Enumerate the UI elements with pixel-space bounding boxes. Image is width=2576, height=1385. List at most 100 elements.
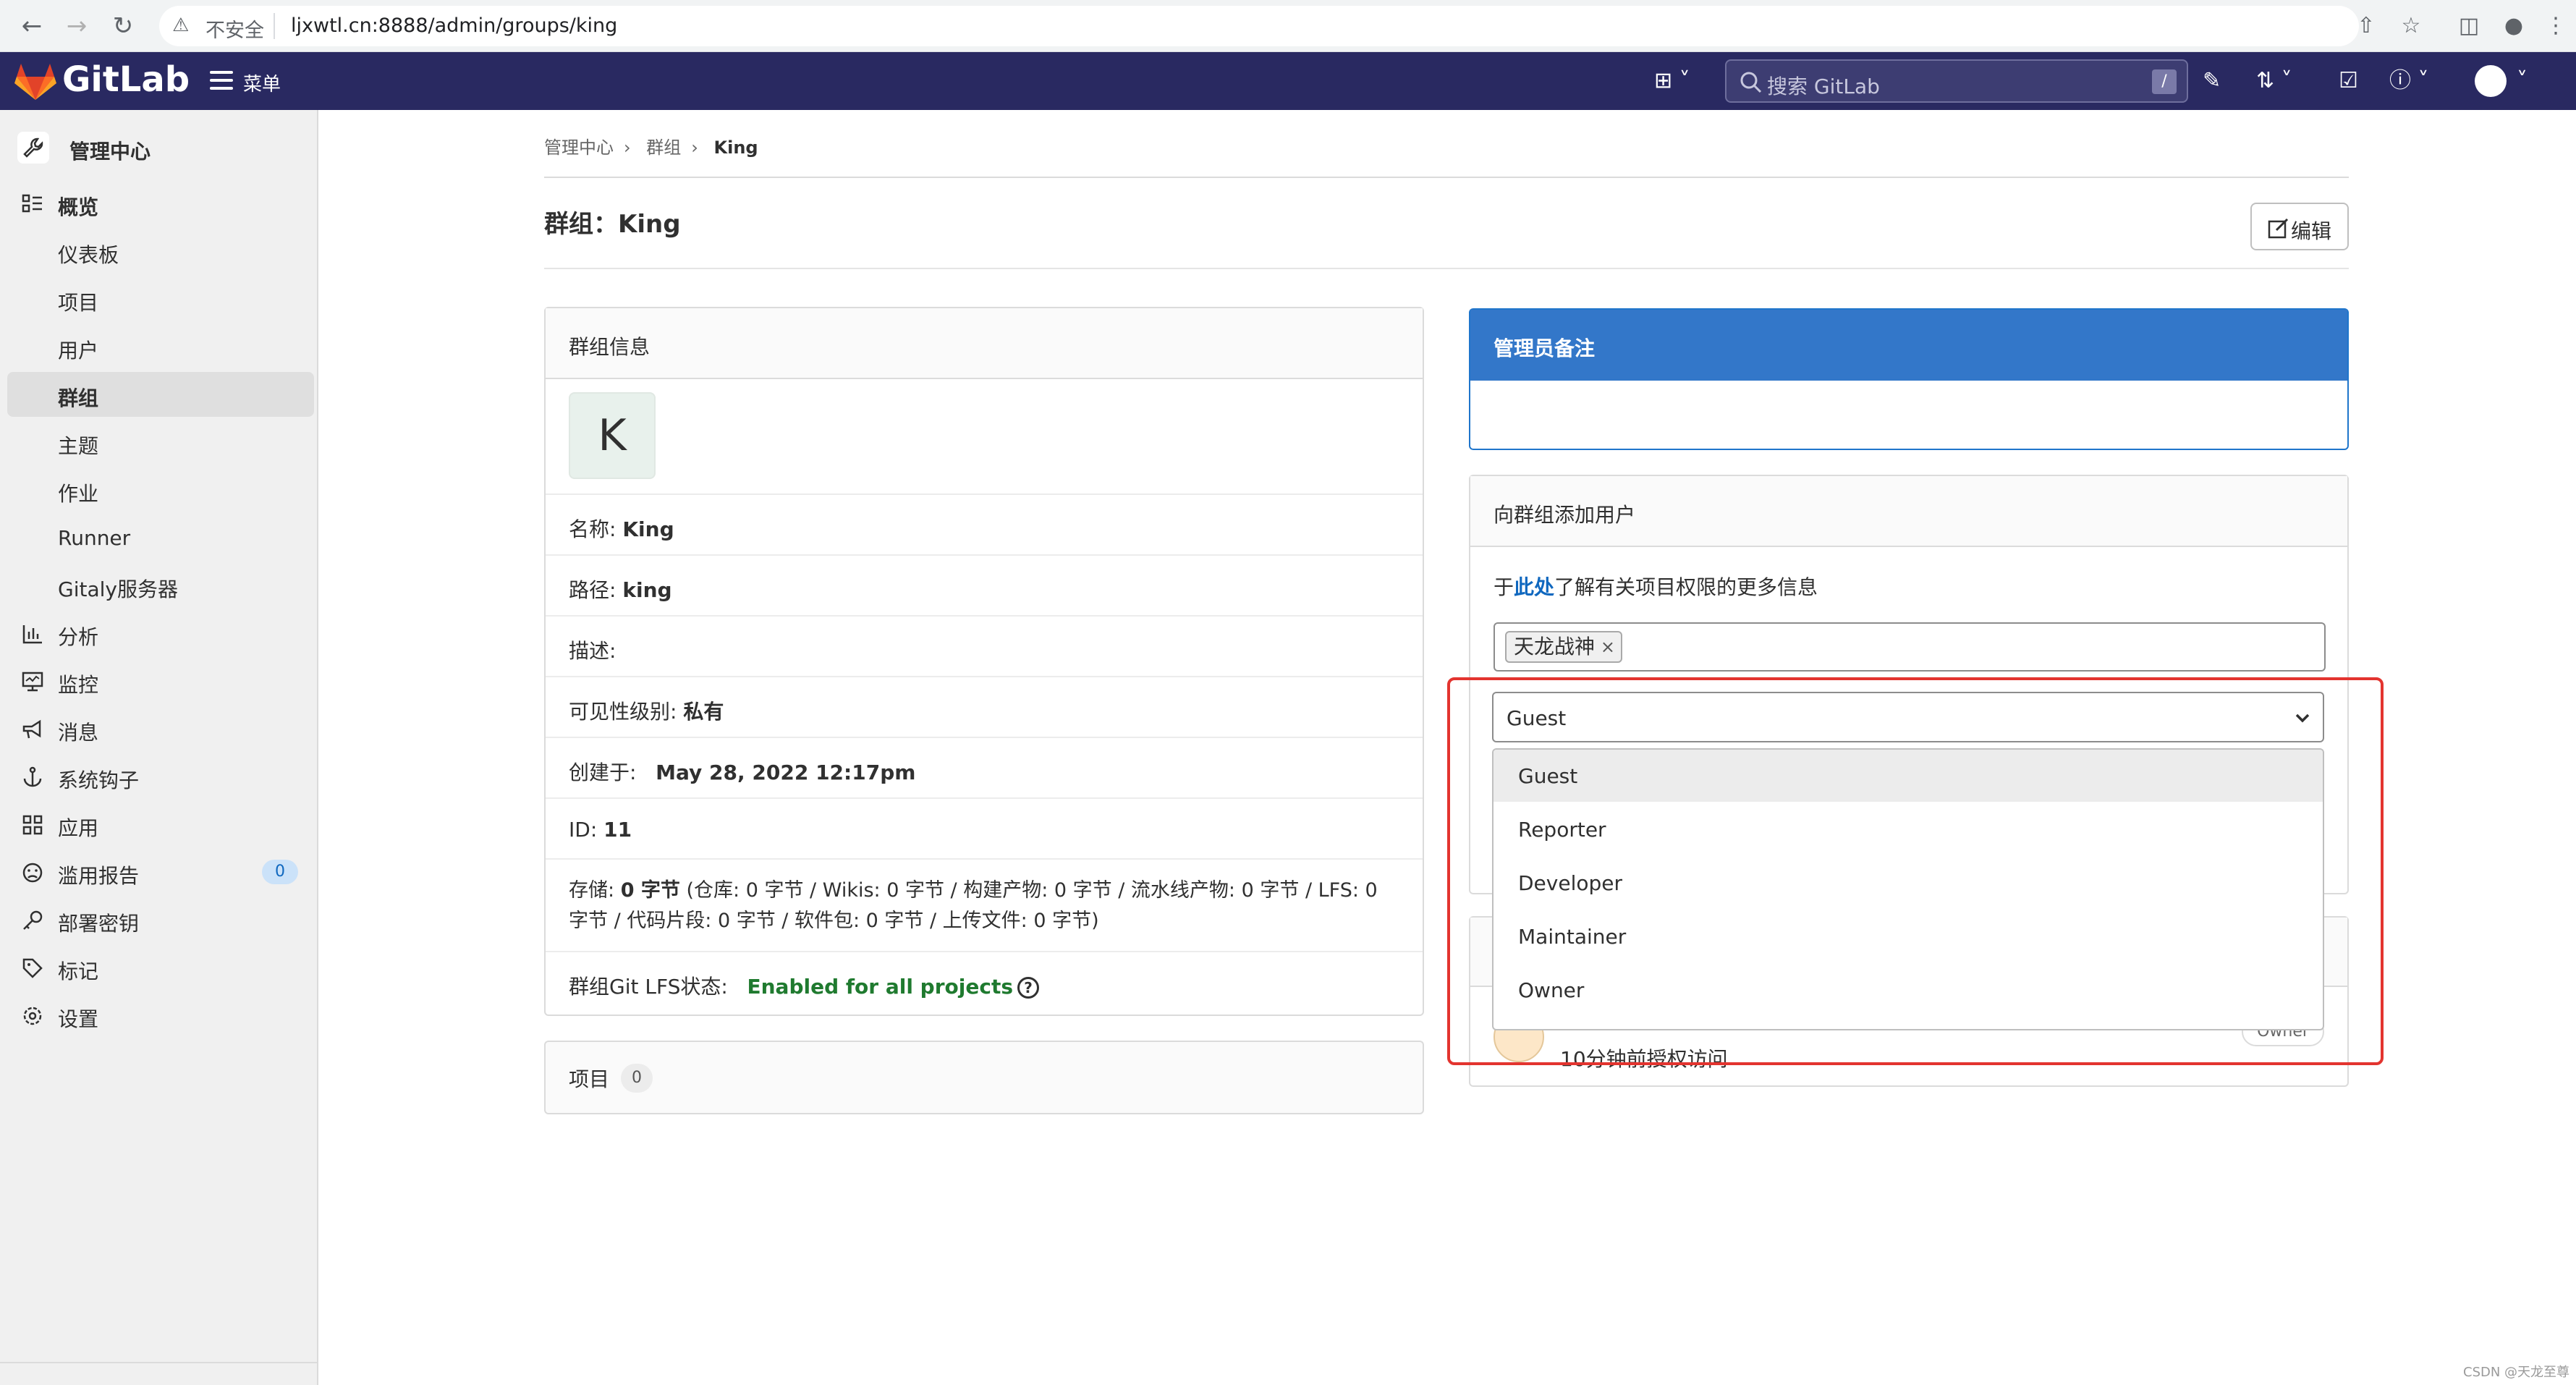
breadcrumb-admin[interactable]: 管理中心 (544, 137, 614, 158)
name-label: 名称: (569, 517, 617, 541)
sidebar-item-label: 仪表板 (58, 243, 119, 267)
permissions-help-link[interactable]: 此处 (1514, 575, 1554, 599)
menu-label: 菜单 (243, 74, 281, 96)
page-title: 群组：King (544, 210, 681, 239)
share-icon[interactable]: ⇧ (2350, 10, 2382, 42)
help-prefix: 于 (1494, 575, 1514, 599)
search-input[interactable]: 搜索 GitLab / (1725, 59, 2188, 103)
group-visibility-row: 可见性级别: 私有 (546, 677, 1423, 738)
sidebar-item-runners[interactable]: Runner (7, 515, 314, 560)
group-avatar-row: K (546, 379, 1423, 495)
label-icon (22, 958, 43, 978)
address-bar[interactable]: ⚠ 不安全 ljxwtl.cn:8888/admin/groups/king (159, 6, 2359, 46)
bookmark-star-icon[interactable]: ☆ (2395, 10, 2427, 42)
divider (544, 177, 2349, 178)
add-users-header: 向群组添加用户 (1470, 476, 2347, 547)
gitlab-logo-icon[interactable] (14, 61, 56, 101)
sidebar-item-monitoring[interactable]: 监控 (7, 658, 314, 703)
breadcrumb-current[interactable]: King (714, 137, 758, 158)
sidebar-item-gitaly-servers[interactable]: Gitaly服务器 (7, 563, 314, 608)
path-label: 路径: (569, 578, 617, 602)
todo-icon[interactable]: ☑ (2339, 67, 2358, 96)
name-value: King (622, 517, 674, 541)
forward-icon[interactable]: → (61, 10, 93, 42)
sidebar-item-projects[interactable]: 项目 (7, 276, 314, 321)
sidebar-item-applications[interactable]: 应用 (7, 802, 314, 847)
sidebar-item-overview[interactable]: 概览 (7, 181, 314, 226)
sidebar-item-label: 概览 (58, 195, 99, 219)
remove-token-icon[interactable]: × (1601, 632, 1615, 661)
anchor-icon (23, 766, 42, 787)
sidebar-item-label: 系统钩子 (58, 768, 140, 792)
sidebar-item-label: 作业 (58, 482, 99, 506)
sidebar-item-label: 群组 (58, 386, 99, 410)
sidebar-item-groups[interactable]: 群组 (7, 372, 314, 417)
watermark: CSDN @天龙至尊 (2463, 1365, 2570, 1380)
profile-icon[interactable]: ● (2498, 10, 2530, 42)
sidebar-item-settings[interactable]: 设置 (7, 993, 314, 1038)
storage-label: 存储: (569, 879, 615, 902)
gitlab-brand[interactable]: GitLab (62, 59, 190, 100)
sidebar-item-analytics[interactable]: 分析 (7, 611, 314, 656)
group-info-header: 群组信息 (546, 308, 1423, 379)
sidebar-item-dashboard[interactable]: 仪表板 (7, 229, 314, 274)
settings-icon (23, 1007, 42, 1025)
sidebar-item-users[interactable]: 用户 (7, 324, 314, 369)
storage-detail-cont: 字节 / 代码片段: 0 字节 / 软件包: 0 字节 / 上传文件: 0 字节… (569, 910, 1099, 932)
selected-user-token[interactable]: 天龙战神 × (1505, 631, 1623, 663)
sidebar-item-label: 应用 (58, 816, 99, 840)
sidebar-item-label: Gitaly服务器 (58, 577, 178, 601)
sidebar-item-label: 部署密钥 (58, 912, 140, 936)
sidebar-item-label: 分析 (58, 625, 99, 649)
id-value: 11 (603, 818, 632, 842)
browser-toolbar: ← → ↻ ⚠ 不安全 ljxwtl.cn:8888/admin/groups/… (0, 0, 2576, 52)
admin-note-title: 管理员备注 (1494, 336, 1596, 360)
breadcrumb-separator: › (624, 137, 631, 158)
sidebar-item-label: 主题 (58, 434, 99, 458)
breadcrumb-separator: › (691, 137, 698, 158)
sidebar-item-abuse-reports[interactable]: 滥用报告 0 (7, 850, 314, 894)
side-panel-icon[interactable]: ◫ (2453, 10, 2485, 42)
sidebar-collapse-area[interactable] (0, 1362, 318, 1385)
sidebar-item-deploy-keys[interactable]: 部署密钥 (7, 897, 314, 942)
apps-icon (22, 815, 43, 835)
user-menu-chevron-icon[interactable]: ˅ (2517, 67, 2528, 96)
lfs-value: Enabled for all projects (747, 975, 1013, 999)
description-label: 描述: (569, 639, 617, 663)
help-icon[interactable]: ⓘ ˅ (2389, 67, 2429, 96)
back-icon[interactable]: ← (16, 10, 48, 42)
sidebar-item-jobs[interactable]: 作业 (7, 467, 314, 512)
url-text[interactable]: ljxwtl.cn:8888/admin/groups/king (291, 14, 617, 37)
selected-user-name: 天龙战神 (1514, 635, 1596, 658)
warning-icon: ⚠ (172, 14, 190, 36)
user-select-input[interactable]: 天龙战神 × (1494, 622, 2326, 672)
sidebar-item-labels[interactable]: 标记 (7, 945, 314, 990)
projects-card[interactable]: 项目 0 (544, 1041, 1424, 1114)
group-lfs-row: 群组Git LFS状态: Enabled for all projects? (546, 952, 1423, 1015)
sidebar-item-label: 用户 (58, 339, 99, 363)
user-avatar[interactable] (2475, 65, 2507, 97)
more-icon[interactable]: ⋮ (2540, 10, 2572, 42)
reload-icon[interactable]: ↻ (107, 10, 139, 42)
search-placeholder: 搜索 GitLab (1767, 75, 1880, 98)
group-info-card: 群组信息 K 名称: King 路径: king 描述: 可见性级别: 私有 创… (544, 307, 1424, 1016)
edit-button[interactable]: 编辑 (2250, 203, 2349, 250)
lfs-label: 群组Git LFS状态: (569, 975, 728, 999)
divider (544, 268, 2349, 269)
sidebar-item-messages[interactable]: 消息 (7, 706, 314, 751)
visibility-label: 可见性级别: (569, 700, 677, 724)
question-icon[interactable]: ? (1017, 977, 1039, 999)
gitlab-header: GitLab 菜单 ⊞ ˅ 搜索 GitLab / ✎ ⇅ ˅ ☑ ⓘ ˅ ˅ (0, 52, 2576, 110)
search-icon (1740, 72, 1762, 93)
sidebar-item-system-hooks[interactable]: 系统钩子 (7, 754, 314, 799)
issues-icon[interactable]: ✎ (2203, 67, 2221, 96)
key-icon (23, 910, 43, 930)
new-item-icon[interactable]: ⊞ ˅ (1654, 67, 1690, 96)
merge-requests-icon[interactable]: ⇅ ˅ (2256, 67, 2292, 96)
breadcrumb-groups[interactable]: 群组 (646, 137, 681, 158)
edit-label: 编辑 (2291, 219, 2332, 243)
admin-note-header: 管理员备注 (1470, 310, 2347, 381)
created-value: May 28, 2022 12:17pm (656, 761, 916, 784)
sidebar-item-topics[interactable]: 主题 (7, 420, 314, 465)
path-value: king (622, 578, 672, 602)
